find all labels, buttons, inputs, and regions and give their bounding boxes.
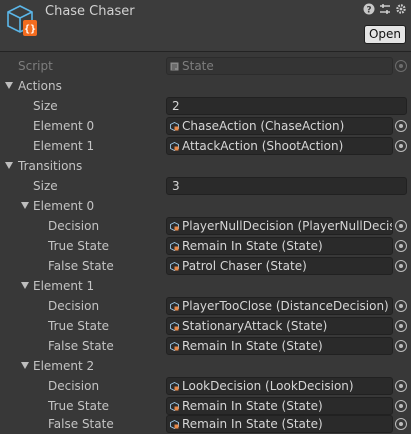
transitions-size-field[interactable]: 3 <box>166 177 407 195</box>
actions-element-label: Element 0 <box>33 119 95 133</box>
actions-size-row: Size 2 <box>0 96 411 116</box>
script-row: Script State <box>0 56 411 76</box>
settings-icon[interactable] <box>395 3 407 15</box>
asset-title: Chase Chaser <box>45 4 135 19</box>
script-label: Script <box>18 59 53 73</box>
scriptable-object-small-icon <box>170 322 179 331</box>
script-file-icon <box>170 62 179 71</box>
transition-2-true-field[interactable]: Remain In State (State) <box>166 397 393 415</box>
object-picker-icon[interactable] <box>395 120 407 132</box>
transitions-size-label: Size <box>33 179 58 193</box>
transition-0-true-field[interactable]: Remain In State (State) <box>166 237 393 255</box>
foldout-arrow-icon[interactable] <box>5 82 13 89</box>
transition-0-false-row: False State Patrol Chaser (State) <box>0 256 411 276</box>
transition-element-label: Element 1 <box>33 279 95 293</box>
transition-1-decision-field[interactable]: PlayerTooClose (DistanceDecision) <box>166 297 393 315</box>
svg-text:{}: {} <box>24 24 36 35</box>
help-icon[interactable]: ? <box>363 3 375 15</box>
actions-label: Actions <box>18 79 62 93</box>
transition-2-false-field[interactable]: Remain In State (State) <box>166 415 393 433</box>
object-picker-icon[interactable] <box>395 380 407 392</box>
transitions-label: Transitions <box>18 159 83 173</box>
object-picker-icon[interactable] <box>395 340 407 352</box>
transition-2-decision-row: Decision LookDecision (LookDecision) <box>0 376 411 396</box>
scriptable-object-small-icon <box>170 402 179 411</box>
transition-element-label: Element 0 <box>33 199 95 213</box>
foldout-arrow-icon[interactable] <box>21 202 29 209</box>
true-state-label: True State <box>48 239 110 253</box>
open-button[interactable]: Open <box>364 25 406 44</box>
actions-element-0-field[interactable]: ChaseAction (ChaseAction) <box>166 117 393 135</box>
actions-size-field[interactable]: 2 <box>166 97 407 115</box>
decision-label: Decision <box>48 219 100 233</box>
transition-1-true-row: True State StationaryAttack (State) <box>0 316 411 336</box>
transition-element-2-foldout[interactable]: Element 2 <box>0 356 411 376</box>
scriptable-object-small-icon <box>170 242 179 251</box>
scriptable-object-icon: {} <box>7 5 37 36</box>
transition-0-decision-field[interactable]: PlayerNullDecision (PlayerNullDecisi <box>166 217 393 235</box>
actions-element-label: Element 1 <box>33 139 95 153</box>
object-picker-icon[interactable] <box>395 220 407 232</box>
true-state-label: True State <box>48 399 110 413</box>
actions-element-1-field[interactable]: AttackAction (ShootAction) <box>166 137 393 155</box>
false-state-label: False State <box>48 417 114 431</box>
scriptable-object-small-icon <box>170 342 179 351</box>
transition-element-0-foldout[interactable]: Element 0 <box>0 196 411 216</box>
foldout-arrow-icon[interactable] <box>21 362 29 369</box>
scriptable-object-small-icon <box>170 142 179 151</box>
scriptable-object-small-icon <box>170 222 179 231</box>
transition-2-true-row: True State Remain In State (State) <box>0 396 411 416</box>
object-picker-icon[interactable] <box>395 400 407 412</box>
scriptable-object-small-icon <box>170 420 179 429</box>
object-picker-icon[interactable] <box>395 300 407 312</box>
scriptable-object-small-icon <box>170 302 179 311</box>
object-picker-icon[interactable] <box>395 320 407 332</box>
preset-icon[interactable] <box>379 3 391 15</box>
foldout-arrow-icon[interactable] <box>21 282 29 289</box>
scriptable-object-small-icon <box>170 122 179 131</box>
false-state-label: False State <box>48 259 114 273</box>
actions-element-0-row: Element 0 ChaseAction (ChaseAction) <box>0 116 411 136</box>
transition-0-true-row: True State Remain In State (State) <box>0 236 411 256</box>
scriptable-object-small-icon <box>170 262 179 271</box>
transition-2-decision-field[interactable]: LookDecision (LookDecision) <box>166 377 393 395</box>
true-state-label: True State <box>48 319 110 333</box>
transition-1-decision-row: Decision PlayerTooClose (DistanceDecisio… <box>0 296 411 316</box>
transition-2-false-row: False State Remain In State (State) <box>0 414 411 434</box>
object-picker-icon[interactable] <box>395 260 407 272</box>
false-state-label: False State <box>48 339 114 353</box>
transition-1-false-field[interactable]: Remain In State (State) <box>166 337 393 355</box>
object-picker-icon[interactable] <box>395 140 407 152</box>
actions-element-1-row: Element 1 AttackAction (ShootAction) <box>0 136 411 156</box>
svg-text:?: ? <box>366 6 371 16</box>
transition-0-false-field[interactable]: Patrol Chaser (State) <box>166 257 393 275</box>
inspector-header: {} Chase Chaser ? Open <box>0 0 411 52</box>
transition-0-decision-row: Decision PlayerNullDecision (PlayerNullD… <box>0 216 411 236</box>
script-picker-icon <box>395 60 407 72</box>
decision-label: Decision <box>48 299 100 313</box>
transition-1-true-field[interactable]: StationaryAttack (State) <box>166 317 393 335</box>
transitions-size-row: Size 3 <box>0 176 411 196</box>
actions-size-label: Size <box>33 99 58 113</box>
decision-label: Decision <box>48 379 100 393</box>
script-field: State <box>166 57 393 75</box>
transition-1-false-row: False State Remain In State (State) <box>0 336 411 356</box>
transition-element-label: Element 2 <box>33 359 95 373</box>
object-picker-icon[interactable] <box>395 418 407 430</box>
foldout-arrow-icon[interactable] <box>5 162 13 169</box>
scriptable-object-small-icon <box>170 382 179 391</box>
transition-element-1-foldout[interactable]: Element 1 <box>0 276 411 296</box>
object-picker-icon[interactable] <box>395 240 407 252</box>
transitions-foldout[interactable]: Transitions <box>0 156 411 176</box>
actions-foldout[interactable]: Actions <box>0 76 411 96</box>
